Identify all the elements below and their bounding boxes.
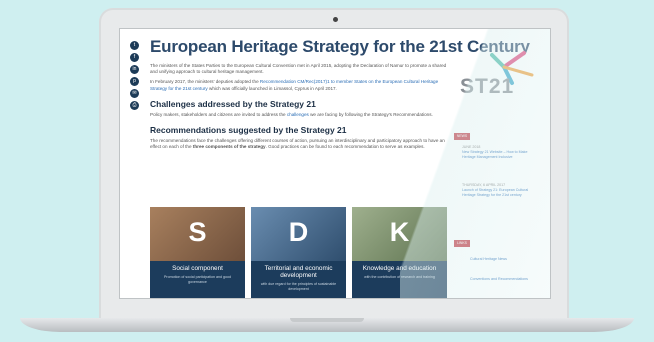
component-cards: S Social component Promotion of social p… [150,207,450,298]
st21-logo[interactable]: ST21 [454,49,544,105]
card-subtitle: Promotion of social participation and go… [164,275,231,284]
section-heading-recommendations: Recommendations suggested by the Strateg… [150,125,347,136]
print-icon[interactable]: ⎙ [130,101,139,110]
pinterest-icon[interactable]: p [130,77,139,86]
sidebar: ST21 NEWS JUNE 2018 New Strategy 21 Webs… [454,49,544,281]
card-title: Social component [172,265,223,272]
challenges-link[interactable]: challenges [287,112,309,117]
linkedin-icon[interactable]: in [130,65,139,74]
card-caption: Territorial and economic development wit… [251,261,346,298]
sidebar-link[interactable]: Conventions and Recommendations [470,277,530,282]
laptop-base-notch [290,318,364,322]
card-social-component[interactable]: S Social component Promotion of social p… [150,207,245,298]
card-subtitle: with the contribution of research and tr… [364,275,435,280]
card-letter: S [188,217,207,247]
news-link[interactable]: New Strategy 21 Website – How to Make He… [462,150,532,160]
card-knowledge-education[interactable]: K Knowledge and education with the contr… [352,207,447,298]
card-letter: K [389,217,410,247]
card-territorial-development[interactable]: D Territorial and economic development w… [251,207,346,298]
card-caption: Knowledge and education with the contrib… [352,261,447,298]
webcam [333,17,338,22]
card-title: Territorial and economic development [264,265,333,280]
section-heading-challenges: Challenges addressed by the Strategy 21 [150,98,316,109]
laptop-screen: t f in p ✉ ⎙ European Heritage Strategy … [120,29,550,298]
news-item[interactable]: THURSDAY, 6 APRIL 2017 Launch of Strateg… [462,183,532,197]
sidebar-link[interactable]: Cultural Heritage News [470,257,530,262]
page-title: European Heritage Strategy for the 21st … [150,37,530,56]
card-letter: D [288,217,309,247]
twitter-icon[interactable]: t [130,41,139,50]
recommendations-paragraph: The recommendations face the challenges … [150,138,445,150]
links-tag: LINKS [454,240,470,247]
facebook-icon[interactable]: f [130,53,139,62]
share-bar: t f in p ✉ ⎙ [130,41,140,113]
card-subtitle: with due regard for the principles of su… [260,282,337,291]
intro-paragraph-1: The ministers of the States Parties to t… [150,63,447,75]
card-title: Knowledge and education [362,265,437,272]
main-content: European Heritage Strategy for the 21st … [150,37,530,154]
news-tag: NEWS [454,133,470,140]
email-icon[interactable]: ✉ [130,89,139,98]
logo-text: ST21 [460,75,515,98]
challenges-paragraph: Policy makers, stakeholders and citizens… [150,111,433,117]
card-caption: Social component Promotion of social par… [150,261,245,298]
intro-paragraph-2: In February 2017, the ministers' deputie… [150,79,439,91]
news-item[interactable]: JUNE 2018 New Strategy 21 Website – How … [462,145,532,159]
news-link[interactable]: Launch of Strategy 21: European Cultural… [462,188,532,198]
